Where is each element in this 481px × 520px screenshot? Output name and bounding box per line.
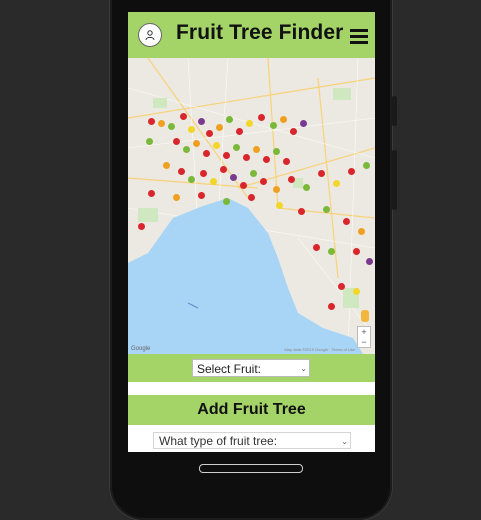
select-fruit-dropdown[interactable]: Select Fruit: ⌄: [192, 359, 310, 377]
app-title: Fruit Tree Finder: [176, 21, 344, 44]
fruit-map[interactable]: + − Google Map data ©2019 Google · Terms …: [128, 58, 375, 354]
add-fruit-tree-heading: Add Fruit Tree: [197, 401, 306, 418]
tree-select-value: What type of fruit tree:: [159, 434, 278, 448]
select-fruit-value: Select Fruit:: [197, 362, 262, 376]
fruit-tree-type-select[interactable]: What type of fruit tree: ⌄: [153, 432, 351, 449]
volume-button: [392, 96, 397, 126]
user-icon: [145, 30, 155, 41]
profile-button[interactable]: [138, 23, 162, 47]
home-indicator[interactable]: [199, 464, 303, 473]
chevron-down-icon: ⌄: [300, 364, 307, 373]
chevron-down-icon: ⌄: [341, 437, 348, 446]
map-provider-label: Google: [131, 346, 151, 352]
add-fruit-tree-bar: Add Fruit Tree: [128, 395, 375, 425]
street-view-pegman-icon[interactable]: [361, 310, 369, 322]
zoom-control[interactable]: + −: [357, 326, 371, 348]
map-roads: [128, 58, 375, 354]
app-header: Fruit Tree Finder: [128, 12, 375, 58]
phone-screen: Fruit Tree Finder + − Google Map data ©2…: [128, 12, 375, 452]
map-attribution[interactable]: Map data ©2019 Google · Terms of Use: [284, 347, 355, 352]
fruit-filter-bar: Select Fruit: ⌄: [128, 354, 375, 382]
power-button: [392, 150, 397, 210]
hamburger-menu-icon[interactable]: [350, 29, 368, 44]
